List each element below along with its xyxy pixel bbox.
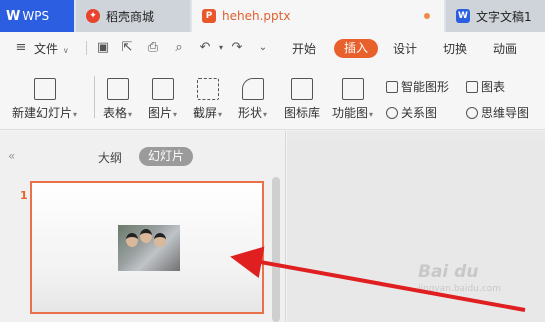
preview-icon[interactable]: ⌕ [172, 41, 186, 55]
ribbon-insert: 新建幻灯片▾ 表格▾ 图片▾ 截屏▾ 形状▾ 图标库 功能图▾ 智能图形 图表 … [0, 64, 545, 130]
slides-panel: « 大纲 幻灯片 1 [0, 131, 286, 322]
shape-label: 形状 [238, 106, 263, 120]
menu-bar: ≡ 文件 ∨ ▣ ⇱ ⎙ ⌕ ↶ ▾ ↷ ⌄ 开始 插入 设计 切换 动画 [0, 32, 545, 64]
tab-daoke-store[interactable]: ✦ 稻壳商城 [76, 0, 190, 32]
smart-graphic-label: 智能图形 [401, 80, 450, 94]
watermark-url: jingyan.baidu.com [418, 284, 502, 294]
icon-library-label: 图标库 [284, 106, 321, 120]
undo-dropdown-icon[interactable]: ▾ [214, 41, 228, 55]
title-bar: W WPS ✦ 稻壳商城 P heheh.pptx W 文字文稿1 [0, 0, 545, 32]
redo-icon[interactable]: ↷ [230, 41, 244, 55]
slide-thumbnail[interactable] [30, 181, 264, 314]
tab-insert[interactable]: 插入 [334, 39, 378, 58]
new-slide-label: 新建幻灯片 [12, 106, 73, 120]
function-chart-icon [341, 78, 364, 100]
tab-start[interactable]: 开始 [292, 40, 316, 57]
chart-button[interactable]: 图表 [466, 78, 505, 95]
tab-slides[interactable]: 幻灯片 [139, 147, 193, 166]
tab-switch[interactable]: 切换 [443, 40, 467, 57]
tab-label-pptx: heheh.pptx [222, 9, 291, 23]
tab-animation[interactable]: 动画 [493, 40, 517, 57]
slide-number: 1 [20, 189, 28, 202]
picture-icon [151, 78, 174, 100]
canvas-top-strip [287, 131, 545, 141]
icon-library-icon [291, 78, 313, 100]
function-chart-label: 功能图 [332, 106, 369, 120]
chevron-down-icon: ▾ [263, 110, 268, 119]
tab-wps[interactable]: W WPS [0, 0, 74, 32]
new-slide-button[interactable]: 新建幻灯片▾ [12, 78, 77, 121]
tab-document[interactable]: W 文字文稿1 [446, 0, 545, 32]
panel-tabs: « 大纲 幻灯片 [0, 147, 286, 167]
divider [86, 41, 87, 55]
slide-canvas[interactable] [287, 131, 545, 322]
tab-label-daoke: 稻壳商城 [106, 9, 155, 24]
picture-label: 图片 [148, 106, 173, 120]
wps-logo-icon: W [6, 8, 20, 24]
export-icon[interactable]: ⇱ [120, 41, 134, 55]
tab-label-wps: WPS [22, 9, 50, 23]
relation-chart-icon [386, 107, 398, 119]
shape-icon [241, 78, 264, 100]
function-chart-button[interactable]: 功能图▾ [332, 78, 373, 121]
tab-outline[interactable]: 大纲 [98, 149, 122, 166]
chevron-down-icon: ▾ [369, 110, 374, 119]
mind-map-label: 思维导图 [481, 106, 530, 120]
table-label: 表格 [103, 106, 128, 120]
collapse-panel-icon[interactable]: « [8, 149, 15, 163]
unsaved-dot-icon [424, 13, 430, 19]
panel-scrollbar[interactable] [272, 177, 280, 322]
presentation-icon: P [202, 9, 216, 23]
file-menu[interactable]: 文件 ∨ [34, 40, 69, 57]
baidu-watermark: Bai du jingyan.baidu.com [418, 262, 501, 294]
chart-label: 图表 [481, 80, 506, 94]
chevron-down-icon: ▾ [173, 110, 178, 119]
watermark-brand: Bai du [418, 262, 479, 282]
hamburger-icon[interactable]: ≡ [14, 41, 28, 55]
daoke-flame-icon: ✦ [86, 9, 100, 23]
writer-icon: W [456, 9, 470, 23]
save-icon[interactable]: ▣ [96, 41, 110, 55]
screenshot-button[interactable]: 截屏▾ [193, 78, 222, 121]
mind-map-button[interactable]: 思维导图 [466, 104, 529, 121]
mind-map-icon [466, 107, 478, 119]
file-menu-label: 文件 [34, 42, 59, 56]
customize-toolbar-icon[interactable]: ⌄ [256, 41, 270, 55]
picture-button[interactable]: 图片▾ [148, 78, 177, 121]
slide-photo[interactable] [118, 225, 180, 271]
chevron-down-icon: ▾ [73, 110, 78, 119]
chevron-down-icon: ▾ [218, 110, 223, 119]
tab-pptx[interactable]: P heheh.pptx [192, 0, 444, 32]
table-button[interactable]: 表格▾ [103, 78, 132, 121]
relation-chart-label: 关系图 [401, 106, 438, 120]
person-figure [154, 233, 166, 247]
new-slide-icon [33, 78, 56, 100]
person-figure [140, 229, 152, 243]
divider [94, 76, 95, 118]
undo-icon[interactable]: ↶ [198, 41, 212, 55]
screenshot-icon [196, 78, 219, 100]
smart-graphic-button[interactable]: 智能图形 [386, 78, 449, 95]
chart-icon [466, 81, 478, 93]
person-figure [126, 233, 138, 247]
tab-label-doc: 文字文稿1 [476, 9, 532, 24]
smart-graphic-icon [386, 81, 398, 93]
chevron-down-icon: ▾ [128, 110, 133, 119]
tab-design[interactable]: 设计 [393, 40, 417, 57]
icon-library-button[interactable]: 图标库 [284, 78, 320, 121]
print-icon[interactable]: ⎙ [146, 41, 160, 55]
chevron-down-icon: ∨ [62, 46, 69, 55]
relation-chart-button[interactable]: 关系图 [386, 104, 437, 121]
screenshot-label: 截屏 [193, 106, 218, 120]
table-icon [106, 78, 129, 100]
shape-button[interactable]: 形状▾ [238, 78, 267, 121]
